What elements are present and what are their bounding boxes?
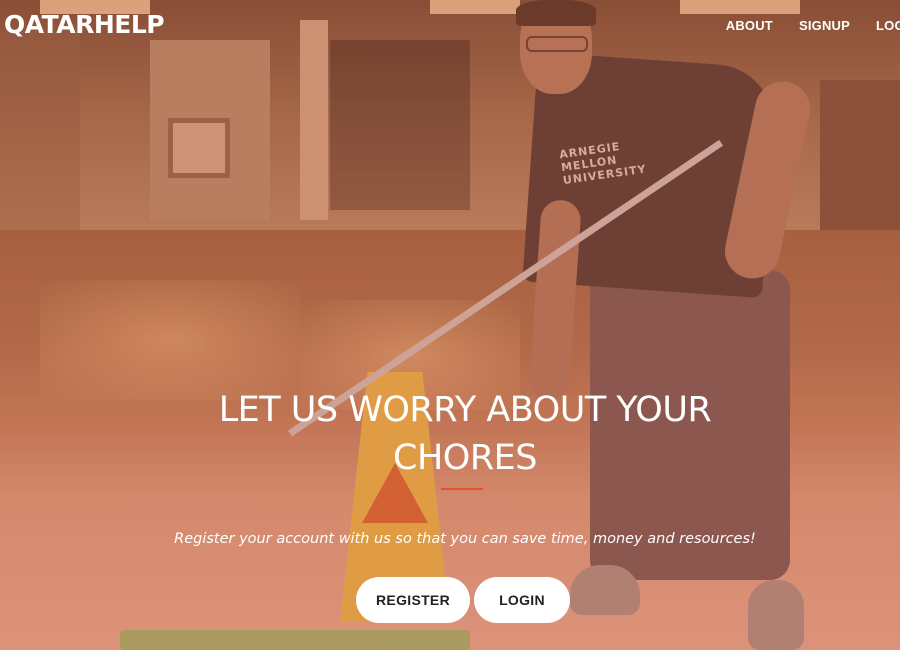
nav-links: ABOUT SIGNUP LOGI bbox=[700, 18, 900, 33]
login-button[interactable]: LOGIN bbox=[474, 577, 570, 623]
hero-section: ARNEGIE MELLON UNIVERSITY QATARHELP ABOU… bbox=[0, 0, 900, 650]
nav-link-signup[interactable]: SIGNUP bbox=[799, 18, 850, 33]
nav-link-login[interactable]: LOGI bbox=[876, 18, 900, 33]
nav-link-about[interactable]: ABOUT bbox=[726, 18, 773, 33]
hero-title-line1: LET US WORRY ABOUT YOUR bbox=[218, 390, 712, 430]
hero-title-line2: CHORES bbox=[393, 438, 537, 478]
register-button[interactable]: REGISTER bbox=[356, 577, 470, 623]
hero-subtitle: Register your account with us so that yo… bbox=[174, 530, 756, 547]
color-overlay bbox=[0, 0, 900, 650]
title-divider bbox=[441, 488, 483, 490]
brand-logo[interactable]: QATARHELP bbox=[4, 10, 165, 39]
hero-title: LET US WORRY ABOUT YOUR CHORES bbox=[150, 386, 780, 482]
top-navbar: QATARHELP ABOUT SIGNUP LOGI bbox=[0, 0, 900, 52]
